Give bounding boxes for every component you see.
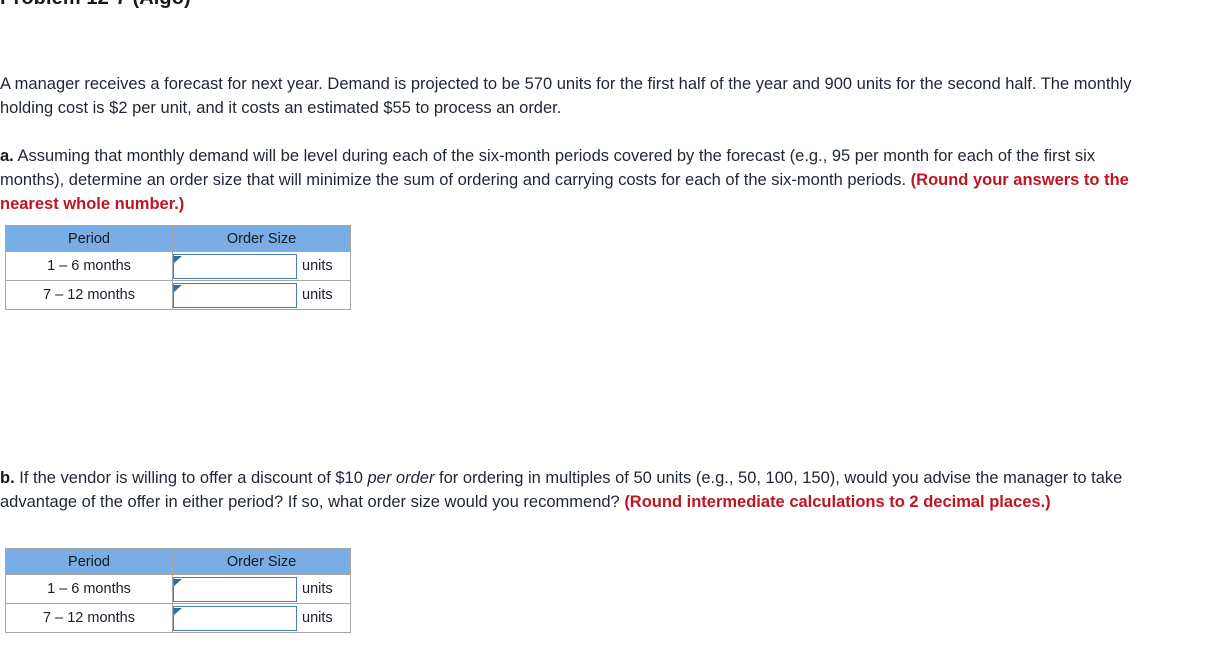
table-a-header-period: Period — [5, 225, 173, 252]
table-a-row0-unit: units — [302, 258, 333, 274]
part-a-paragraph: a. Assuming that monthly demand will be … — [0, 144, 1160, 216]
table-row: 1 – 6 months units — [5, 251, 351, 281]
table-b-header-period: Period — [5, 548, 173, 575]
table-b-header-row: Period Order Size — [5, 548, 351, 575]
order-size-input-b-1-6[interactable] — [173, 576, 297, 602]
table-b-row0-input-wrap — [173, 576, 297, 602]
table-a-row1-order-wrap: units — [173, 281, 350, 309]
table-b-row1-input-wrap — [173, 605, 297, 631]
table-b-row0-order-cell: units — [172, 574, 351, 604]
table-b-row1-period: 7 – 12 months — [5, 603, 173, 633]
table-a-row0-order-cell: units — [172, 251, 351, 281]
table-a-header-row: Period Order Size — [5, 225, 351, 252]
table-b-body: 1 – 6 months units 7 – 12 months units — [5, 574, 351, 633]
table-b-row0-period: 1 – 6 months — [5, 574, 173, 604]
table-b-row1-order-wrap: units — [173, 604, 350, 632]
table-b-row1-order-cell: units — [172, 603, 351, 633]
part-b-label: b. — [0, 468, 15, 487]
order-size-table-b: Period Order Size 1 – 6 months units 7 –… — [5, 548, 351, 633]
table-b-row0-unit: units — [302, 581, 333, 597]
part-b-text-1: If the vendor is willing to offer a disc… — [14, 468, 368, 487]
part-b-emphasis: (Round intermediate calculations to 2 de… — [624, 492, 1051, 511]
table-a-row1-period: 7 – 12 months — [5, 280, 173, 310]
page-title: Problem 12-7 (Algo) — [0, 0, 191, 10]
table-b-row1-unit: units — [302, 610, 333, 626]
table-b-row0-order-wrap: units — [173, 575, 350, 603]
order-size-input-a-1-6[interactable] — [173, 253, 297, 279]
table-row: 7 – 12 months units — [5, 603, 351, 633]
intro-text: A manager receives a forecast for next y… — [0, 74, 1132, 117]
table-b-head: Period Order Size — [5, 548, 351, 575]
part-a-label: a. — [0, 146, 14, 165]
order-size-input-b-7-12[interactable] — [173, 605, 297, 631]
table-a-row0-input-wrap — [173, 253, 297, 279]
table-a-body: 1 – 6 months units 7 – 12 months units — [5, 251, 351, 310]
intro-paragraph: A manager receives a forecast for next y… — [0, 72, 1160, 120]
table-a-row1-order-cell: units — [172, 280, 351, 310]
part-b-italic: per order — [367, 468, 435, 487]
table-b-header-order-size: Order Size — [172, 548, 351, 575]
table-row: 7 – 12 months units — [5, 280, 351, 310]
part-b-paragraph: b. If the vendor is willing to offer a d… — [0, 466, 1160, 514]
table-a-row1-unit: units — [302, 287, 333, 303]
table-a-row0-order-wrap: units — [173, 252, 350, 280]
table-a-row0-period: 1 – 6 months — [5, 251, 173, 281]
table-a-row1-input-wrap — [173, 282, 297, 308]
order-size-table-a: Period Order Size 1 – 6 months units 7 –… — [5, 225, 351, 310]
table-a-head: Period Order Size — [5, 225, 351, 252]
table-a-header-order-size: Order Size — [172, 225, 351, 252]
order-size-input-a-7-12[interactable] — [173, 282, 297, 308]
table-row: 1 – 6 months units — [5, 574, 351, 604]
